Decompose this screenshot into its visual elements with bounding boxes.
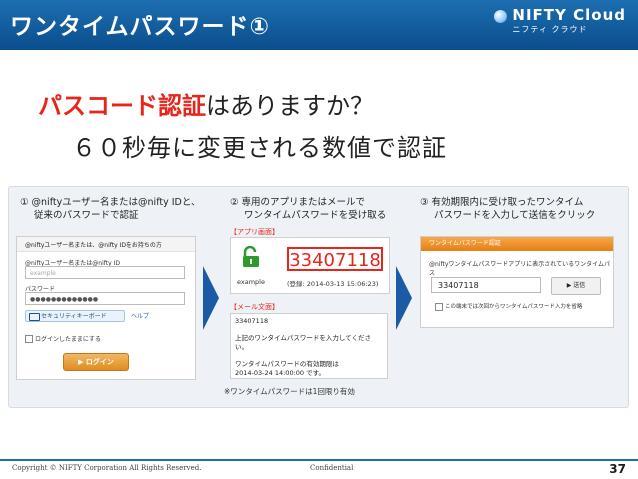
unlock-icon — [243, 246, 259, 267]
mail-text-tag: 【メール文面】 — [230, 303, 279, 311]
play-icon: ▶ — [78, 358, 86, 366]
logo-brand: NIFTY Cloud — [512, 6, 626, 24]
step-2-line2: ワンタイムパスワードを受け取る — [244, 210, 387, 221]
logo-subtitle: ニフティ クラウド — [512, 25, 588, 34]
mail-line-expiry-label: ワンタイムパスワードの有効期限は — [235, 360, 339, 368]
footer-divider — [0, 459, 638, 461]
mail-text: 33407118 上記のワンタイムパスワードを入力してください。 ワンタイムパス… — [230, 313, 388, 379]
app-passcode: 33407118 — [287, 247, 383, 271]
onetime-password-input[interactable]: 33407118 — [431, 277, 541, 293]
user-input[interactable]: example — [25, 266, 185, 279]
arrow-right-icon — [203, 266, 219, 330]
security-keyboard-button[interactable]: セキュリティキーボード — [25, 310, 125, 322]
skip-checkbox[interactable] — [435, 303, 443, 311]
step-3-text: ③ 有効期限内に受け取ったワンタイム パスワードを入力して送信をクリック — [420, 196, 595, 222]
question-highlight: パスコード認証 — [38, 92, 206, 120]
step-1-text: ① @niftyユーザー名または@nifty IDと、 従来のパスワードで認証 — [20, 196, 200, 222]
remember-checkbox[interactable] — [25, 335, 33, 343]
help-link[interactable]: ヘルプ — [131, 311, 149, 320]
step-2-text: ② 専用のアプリまたはメールで ワンタイムパスワードを受け取る — [230, 196, 386, 222]
answer: ６０秒毎に変更される数値で認証 — [72, 134, 447, 162]
page-number: 37 — [609, 462, 626, 476]
question: パスコード認証はありますか？ — [38, 86, 374, 121]
slide-header: ワンタイムパスワード① NIFTY Cloud ニフティ クラウド — [0, 0, 638, 50]
step-3-line1: ③ 有効期限内に受け取ったワンタイム — [420, 197, 584, 208]
footer-confidential: Confidential — [310, 464, 354, 472]
step-3-line2: パスワードを入力して送信をクリック — [434, 210, 596, 221]
step-2-line1: ② 専用のアプリまたはメールで — [230, 197, 366, 208]
send-button[interactable]: ▶ 送信 — [551, 277, 601, 295]
password-input[interactable]: ●●●●●●●●●●●●● — [25, 292, 185, 305]
login-button[interactable]: ▶ ログイン — [63, 353, 129, 371]
onetime-input-form: ワンタイムパスワード認証 @niftyワンタイムパスワードアプリに表示されている… — [420, 236, 614, 328]
remember-label: ログインしたままにする — [35, 336, 101, 343]
login-form-header: @niftyユーザー名または、@nifty IDをお持ちの方 — [17, 237, 195, 252]
onetime-form-bar: ワンタイムパスワード認証 — [421, 237, 613, 251]
keyboard-icon — [29, 313, 40, 321]
nifty-cloud-logo: NIFTY Cloud ニフティ クラウド — [494, 6, 626, 35]
footer-copyright: Copyright © NIFTY Corporation All Rights… — [12, 464, 202, 472]
onetime-form-desc: @niftyワンタイムパスワードアプリに表示されているワンタイムパス — [429, 261, 610, 277]
arrow-right-icon — [396, 266, 412, 330]
app-screen: 33407118 example (登録: 2014-03-13 15:06:2… — [230, 237, 390, 294]
mail-line-instruction: 上記のワンタイムパスワードを入力してください。 — [235, 334, 371, 351]
app-account: example — [237, 278, 265, 286]
security-keyboard-label: セキュリティキーボード — [41, 313, 107, 320]
cloud-logo-icon — [494, 10, 508, 23]
mail-line-expiry: 2014-03-24 14:00:00 です。 — [235, 369, 325, 377]
step-1-line1: ① @niftyユーザー名または@nifty IDと、 — [20, 197, 201, 208]
slide-title: ワンタイムパスワード① — [10, 14, 271, 40]
onetime-note: ※ワンタイムパスワードは1回限り有効 — [224, 387, 355, 396]
skip-note: この端末では次回からワンタイムパスワード入力を省略 — [445, 304, 583, 310]
step-1-line2: 従来のパスワードで認証 — [34, 210, 139, 221]
question-rest: はありますか？ — [206, 92, 374, 120]
login-button-label: ログイン — [85, 358, 114, 366]
app-screen-tag: 【アプリ画面】 — [230, 228, 279, 236]
mail-line-code: 33407118 — [235, 317, 269, 325]
login-form: @niftyユーザー名または、@nifty IDをお持ちの方 @niftyユーザ… — [16, 236, 196, 380]
app-registered: (登録: 2014-03-13 15:06:23) — [287, 280, 379, 288]
